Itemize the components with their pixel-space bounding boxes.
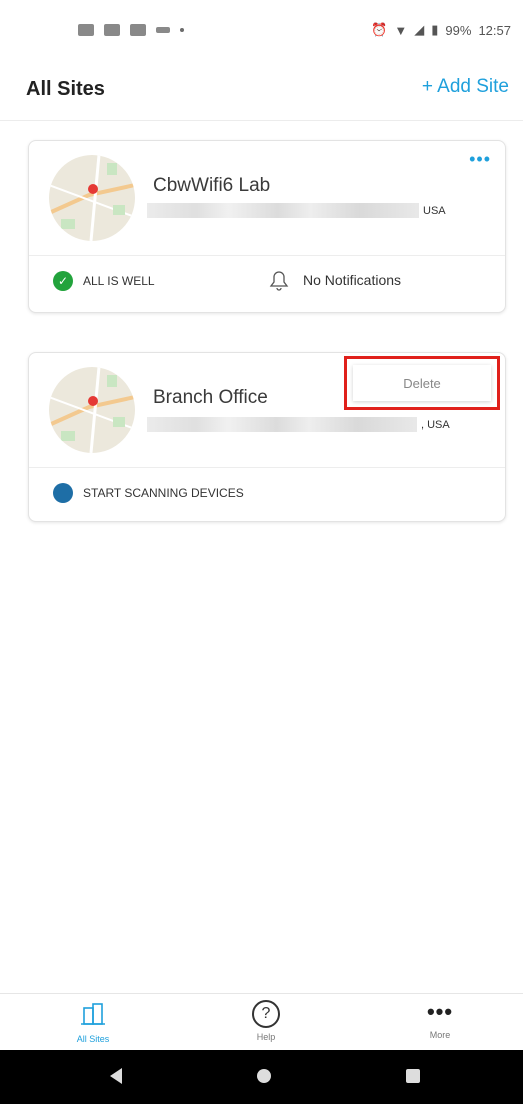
site-card[interactable]: ••• CbwWifi6 Lab USA ✓ ALL IS WELL No No… xyxy=(28,140,506,313)
dot-icon xyxy=(180,28,184,32)
cast-icon xyxy=(78,24,94,36)
site-name: CbwWifi6 Lab xyxy=(153,175,271,196)
address-redacted xyxy=(147,203,419,218)
nav-all-sites[interactable]: All Sites xyxy=(53,998,133,1044)
back-icon[interactable] xyxy=(110,1068,122,1084)
page-title: All Sites xyxy=(26,78,105,100)
signal-icon: ◢ xyxy=(414,22,425,37)
nav-help-label: Help xyxy=(256,1032,276,1042)
alarm-icon: ⏰ xyxy=(371,22,388,37)
site-health-status: ✓ ALL IS WELL xyxy=(53,271,155,291)
battery-level: 99% xyxy=(445,22,472,38)
more-icon: ••• xyxy=(426,999,454,1024)
status-bar-right: ⏰ ▼ ◢ ▮ 99% 12:57 xyxy=(371,22,511,38)
scan-icon xyxy=(53,483,73,503)
app-header: All Sites + Add Site xyxy=(0,64,523,120)
site-country: , USA xyxy=(421,418,450,431)
site-map-avatar xyxy=(49,155,135,241)
notifications-label: No Notifications xyxy=(303,272,402,288)
card-divider xyxy=(29,255,505,256)
home-icon[interactable] xyxy=(257,1069,271,1083)
sim-icon xyxy=(104,24,120,36)
wifi-icon: ▼ xyxy=(394,22,408,38)
status-bar-left-icons xyxy=(78,24,184,36)
site-address: USA xyxy=(147,203,446,218)
sites-icon xyxy=(81,1003,105,1025)
header-divider xyxy=(0,120,523,121)
check-icon: ✓ xyxy=(53,271,73,291)
help-icon: ? xyxy=(252,1000,280,1028)
nav-help[interactable]: ? Help xyxy=(226,998,306,1042)
add-site-button[interactable]: + Add Site xyxy=(422,76,509,98)
scan-devices-action[interactable]: START SCANNING DEVICES xyxy=(53,483,244,503)
card-divider xyxy=(29,467,505,468)
sim-icon xyxy=(130,24,146,36)
recents-icon[interactable] xyxy=(406,1069,420,1083)
delete-menu-highlight: Delete xyxy=(344,356,500,410)
site-more-button[interactable]: ••• xyxy=(469,149,491,170)
nav-all-sites-label: All Sites xyxy=(76,1034,110,1044)
status-bar: ⏰ ▼ ◢ ▮ 99% 12:57 xyxy=(0,0,523,64)
address-redacted xyxy=(147,417,417,432)
bell-icon xyxy=(269,271,289,291)
nav-more-label: More xyxy=(429,1030,451,1040)
site-map-avatar xyxy=(49,367,135,453)
usb-icon xyxy=(156,27,170,33)
site-health-label: ALL IS WELL xyxy=(83,274,155,288)
clock: 12:57 xyxy=(478,22,511,38)
notifications-status[interactable]: No Notifications xyxy=(267,269,401,291)
delete-button[interactable]: Delete xyxy=(353,365,491,401)
system-nav-bar xyxy=(0,1050,523,1104)
site-name: Branch Office xyxy=(153,387,268,408)
battery-icon: ▮ xyxy=(431,22,439,37)
nav-more[interactable]: ••• More xyxy=(400,998,480,1040)
bottom-navigation: All Sites ? Help ••• More xyxy=(0,993,523,1050)
site-address: , USA xyxy=(147,417,450,432)
scan-devices-label: START SCANNING DEVICES xyxy=(83,486,244,500)
site-country: USA xyxy=(423,204,446,217)
